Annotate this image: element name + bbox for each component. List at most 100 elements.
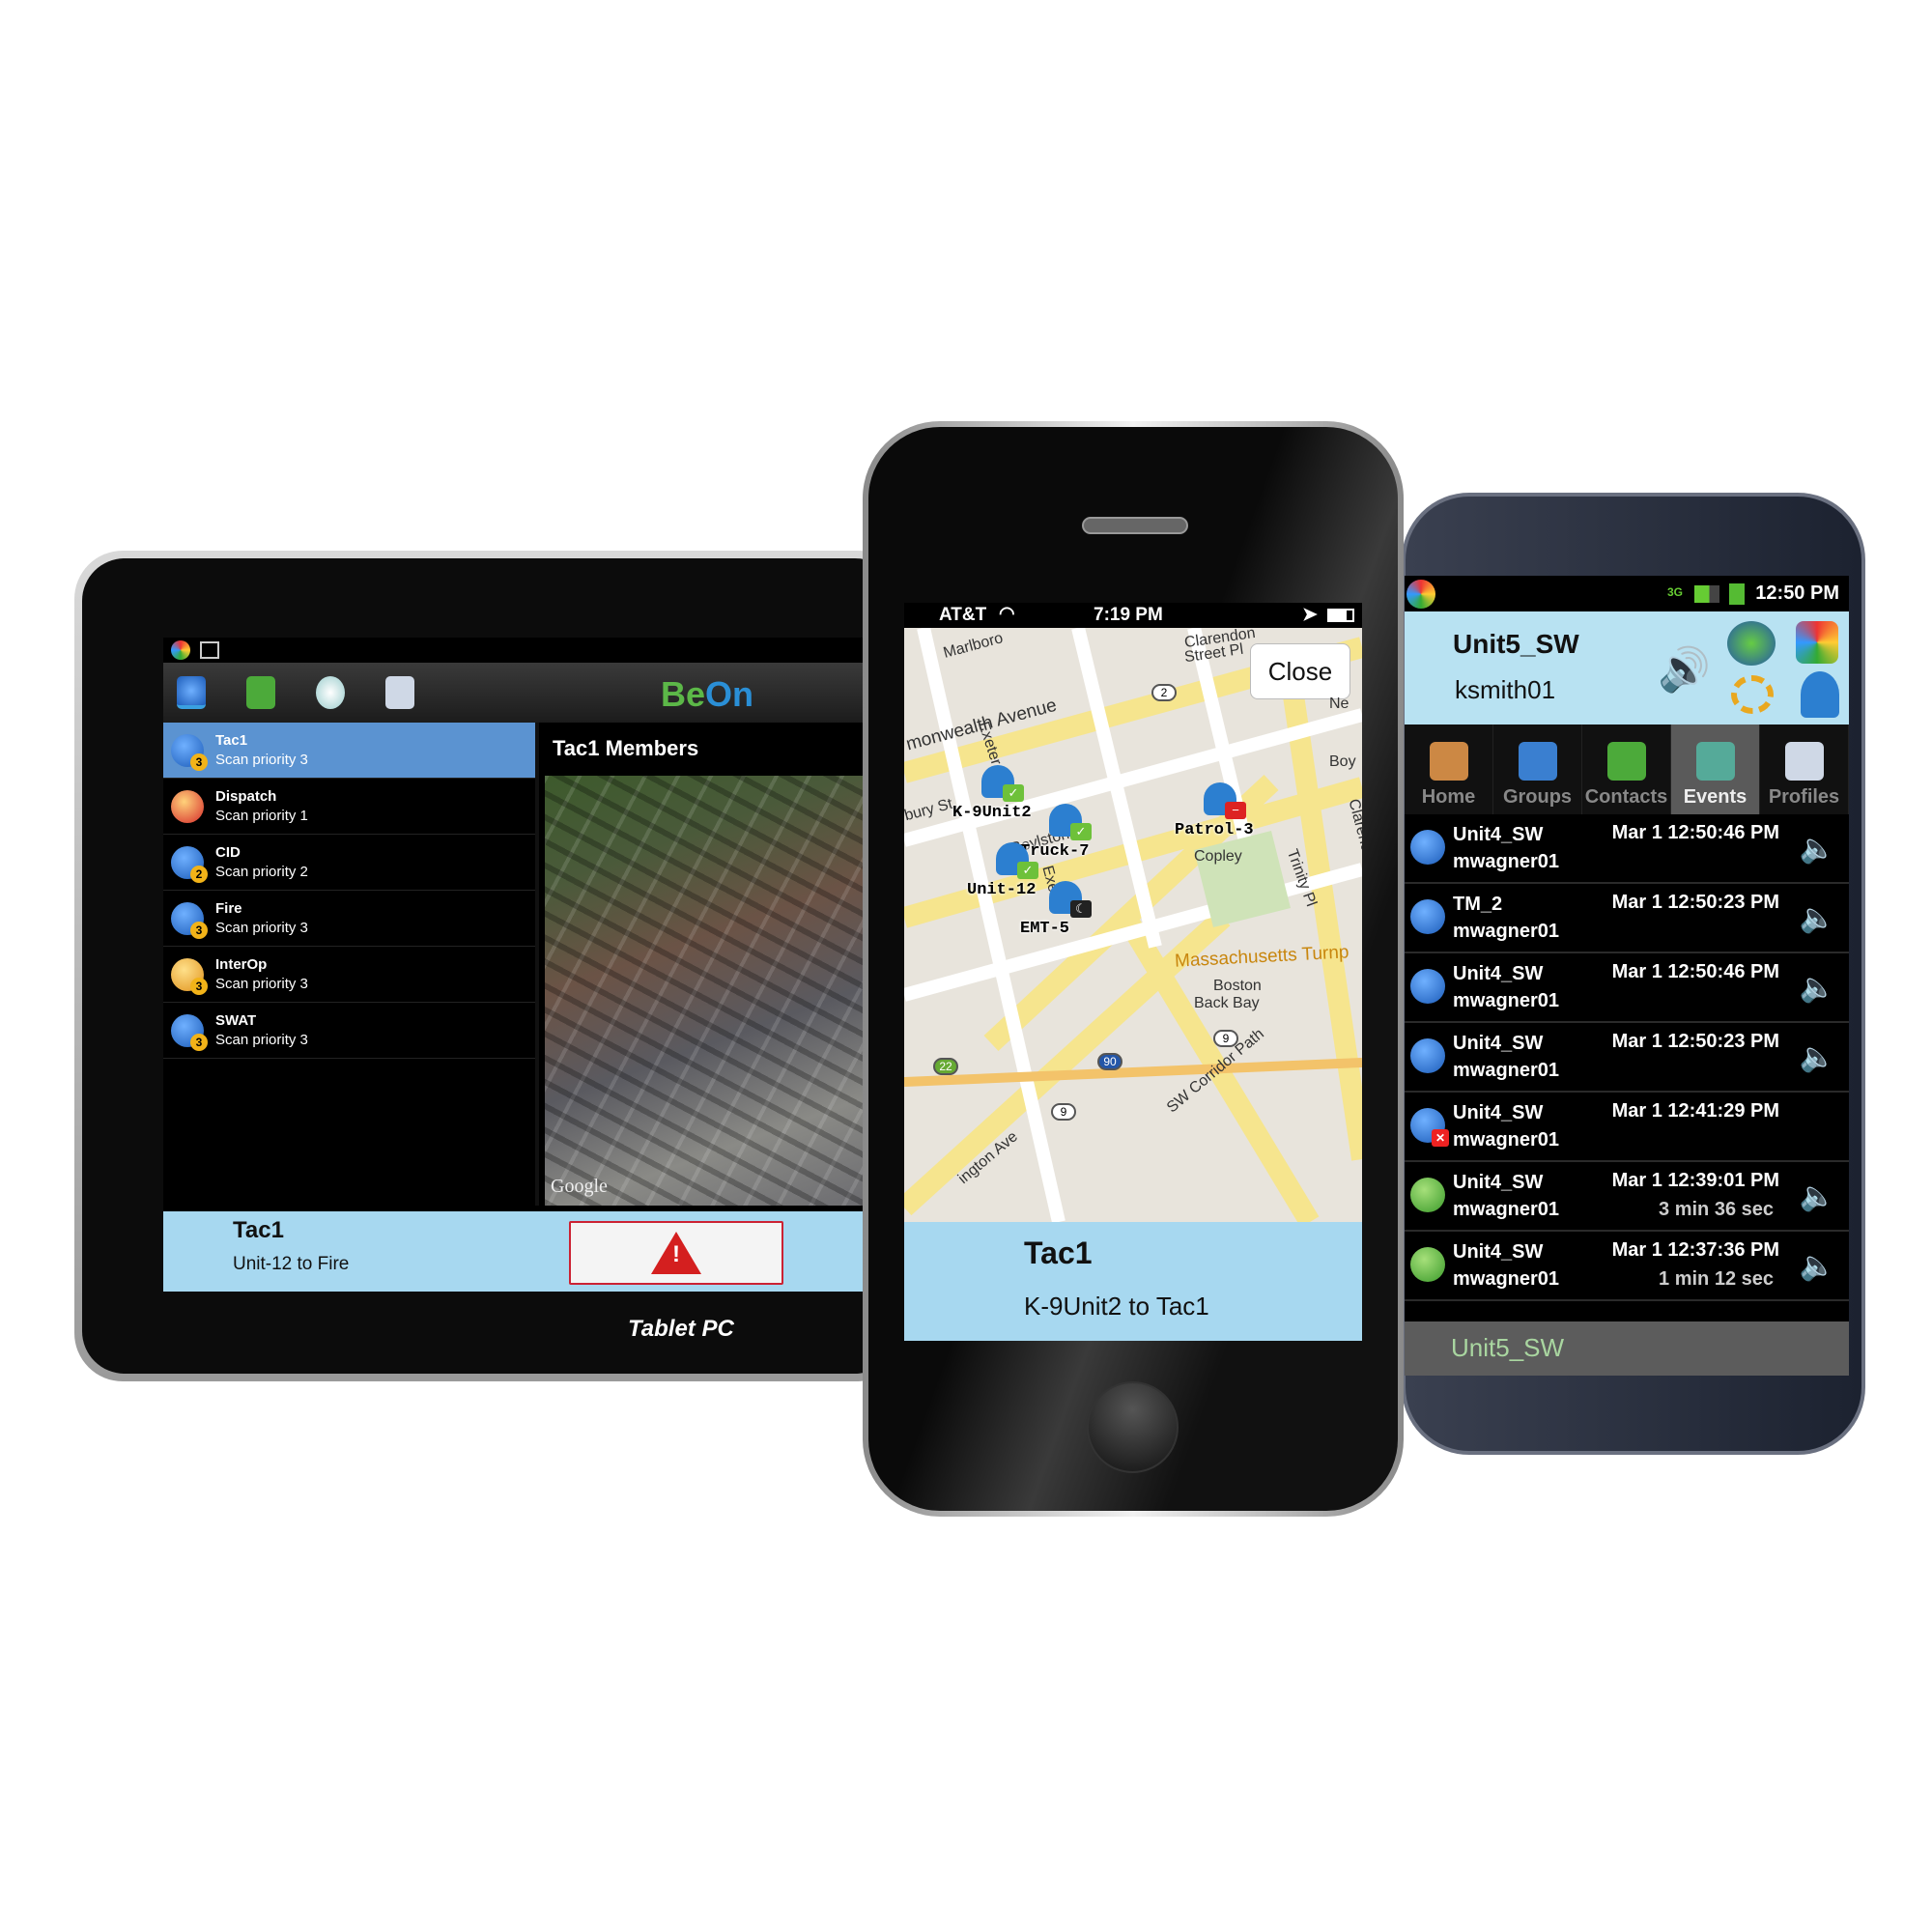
event-group: Unit4_SW bbox=[1453, 963, 1544, 984]
check-status-icon: ✓ bbox=[1017, 862, 1038, 879]
street-map[interactable]: Close Marlboro Clarendon Street Pl monwealt… bbox=[904, 628, 1362, 1222]
profiles-icon[interactable] bbox=[385, 676, 414, 709]
close-map-button[interactable]: Close bbox=[1250, 643, 1350, 699]
emergency-alert-button[interactable]: ! bbox=[569, 1221, 783, 1285]
app-logo-icon bbox=[1406, 580, 1435, 609]
home-button[interactable] bbox=[1087, 1381, 1179, 1473]
group-name: CID bbox=[215, 844, 241, 861]
group-icon: 3 bbox=[171, 901, 208, 939]
tablet-status-bar bbox=[163, 638, 868, 663]
group-item[interactable]: 3 SWAT Scan priority 3 bbox=[163, 1003, 535, 1059]
tab-label: Events bbox=[1683, 786, 1747, 808]
event-row[interactable]: TM_2 mwagner01 Mar 1 12:50:23 PM 🔈 bbox=[1405, 884, 1849, 953]
speaker-icon[interactable]: 🔊 bbox=[1658, 644, 1711, 695]
active-group: Tac1 bbox=[233, 1217, 284, 1243]
unit-marker[interactable]: ✓ bbox=[981, 765, 1024, 802]
contacts-icon[interactable] bbox=[246, 676, 275, 709]
unit-marker-label: EMT-5 bbox=[1020, 920, 1070, 938]
network-type: 3G bbox=[1667, 585, 1684, 599]
tab-label: Contacts bbox=[1584, 786, 1668, 808]
battery-icon bbox=[1729, 583, 1745, 605]
group-item[interactable]: 3 InterOp Scan priority 3 bbox=[163, 947, 535, 1003]
bottom-group-name: Unit5_SW bbox=[1451, 1333, 1565, 1362]
event-row[interactable]: Unit4_SW mwagner01 Mar 1 12:50:46 PM 🔈 bbox=[1405, 814, 1849, 884]
group-icon: 3 bbox=[171, 733, 208, 771]
user-available-icon[interactable] bbox=[1801, 671, 1839, 718]
location-icon: ➤ bbox=[1302, 605, 1318, 625]
tab-home[interactable]: Home bbox=[1405, 724, 1493, 814]
tab-events[interactable]: Events bbox=[1671, 724, 1760, 814]
active-talker: Unit-12 to Fire bbox=[233, 1254, 350, 1274]
play-audio-icon[interactable]: 🔈 bbox=[1800, 971, 1835, 1005]
event-user: mwagner01 bbox=[1453, 1129, 1560, 1151]
home-icon bbox=[1429, 742, 1468, 781]
play-audio-icon[interactable]: 🔈 bbox=[1800, 1179, 1835, 1213]
event-row[interactable]: ✕ Unit4_SW mwagner01 Mar 1 12:41:29 PM bbox=[1405, 1093, 1849, 1162]
profiles-icon bbox=[1784, 742, 1824, 781]
group-list: 3 Tac1 Scan priority 3 Dispatch Scan priorit… bbox=[163, 723, 535, 1059]
warning-icon: ! bbox=[651, 1232, 701, 1274]
event-row[interactable]: Unit4_SW mwagner01 Mar 1 12:50:23 PM 🔈 bbox=[1405, 1023, 1849, 1093]
event-time: Mar 1 12:39:01 PM bbox=[1611, 1170, 1779, 1191]
beon-logo: BeOn bbox=[661, 674, 754, 714]
event-row[interactable]: Unit4_SW mwagner01 Mar 1 12:37:36 PM 1 m… bbox=[1405, 1232, 1849, 1301]
event-row[interactable]: Unit4_SW mwagner01 Mar 1 12:50:46 PM 🔈 bbox=[1405, 953, 1849, 1023]
group-icon bbox=[1410, 969, 1445, 1004]
group-name: SWAT bbox=[215, 1012, 257, 1029]
event-time: Mar 1 12:50:46 PM bbox=[1611, 961, 1779, 982]
unit-marker[interactable]: ✓ bbox=[1049, 804, 1092, 840]
members-panel: Tac1 Members Google bbox=[535, 723, 868, 1206]
play-audio-icon[interactable]: 🔈 bbox=[1800, 1040, 1835, 1074]
tab-label: Groups bbox=[1502, 786, 1573, 808]
aerial-map[interactable]: Google bbox=[545, 776, 868, 1206]
group-item[interactable]: 2 CID Scan priority 2 bbox=[163, 835, 535, 891]
street-label: Back Bay bbox=[1194, 995, 1260, 1011]
unit-marker-label: Truck-7 bbox=[1020, 842, 1090, 861]
iphone-status-bar: AT&T ◠ 7:19 PM ➤ bbox=[904, 603, 1362, 628]
play-audio-icon[interactable]: 🔈 bbox=[1800, 901, 1835, 935]
group-priority: Scan priority 3 bbox=[215, 920, 308, 936]
groups-icon[interactable] bbox=[177, 676, 206, 709]
event-user: mwagner01 bbox=[1453, 1060, 1560, 1081]
play-audio-icon[interactable]: 🔈 bbox=[1800, 1249, 1835, 1283]
group-icon bbox=[1410, 1038, 1445, 1073]
refresh-icon[interactable] bbox=[1731, 675, 1774, 714]
group-priority: Scan priority 1 bbox=[215, 808, 308, 824]
unit-marker[interactable]: ✓ bbox=[996, 842, 1038, 879]
group-item[interactable]: Dispatch Scan priority 1 bbox=[163, 779, 535, 835]
group-name: Fire bbox=[215, 900, 242, 917]
unit-marker[interactable]: − bbox=[1204, 782, 1246, 819]
tablet-screen: BeOn 3 Tac1 Scan priority 3 Dispatch Scan pr… bbox=[163, 638, 868, 1292]
priority-badge: 3 bbox=[190, 921, 208, 939]
group-priority: Scan priority 2 bbox=[215, 864, 308, 880]
group-item[interactable]: 3 Tac1 Scan priority 3 bbox=[163, 723, 535, 779]
battery-icon bbox=[1327, 609, 1354, 622]
street-label: Boston bbox=[1213, 978, 1262, 994]
wifi-icon: ◠ bbox=[999, 604, 1015, 624]
event-row[interactable]: Unit4_SW mwagner01 Mar 1 12:39:01 PM 3 m… bbox=[1405, 1162, 1849, 1232]
tab-contacts[interactable]: Contacts bbox=[1582, 724, 1671, 814]
route-shield: 9 bbox=[1051, 1103, 1076, 1121]
group-icon bbox=[1410, 1247, 1445, 1282]
play-audio-icon[interactable]: 🔈 bbox=[1800, 832, 1835, 866]
active-call-bar: Tac1 Unit-12 to Fire ! bbox=[163, 1211, 868, 1292]
group-item[interactable]: 3 Fire Scan priority 3 bbox=[163, 891, 535, 947]
history-icon[interactable] bbox=[316, 676, 345, 709]
clock: 7:19 PM bbox=[1094, 605, 1163, 625]
event-time: Mar 1 12:50:23 PM bbox=[1611, 1031, 1779, 1052]
event-time: Mar 1 12:37:36 PM bbox=[1611, 1239, 1779, 1261]
route-shield: 9 bbox=[1213, 1030, 1238, 1047]
tab-groups[interactable]: Groups bbox=[1493, 724, 1582, 814]
priority-badge: 3 bbox=[190, 977, 208, 995]
group-icon bbox=[1410, 899, 1445, 934]
groups-icon bbox=[1518, 742, 1557, 781]
current-group: Unit5_SW bbox=[1453, 629, 1579, 659]
moon-status-icon: ☾ bbox=[1070, 900, 1092, 918]
globe-icon[interactable] bbox=[1727, 621, 1776, 666]
android-bottom-bar[interactable]: Unit5_SW bbox=[1405, 1321, 1849, 1376]
group-name: InterOp bbox=[215, 956, 268, 973]
active-talker: K-9Unit2 to Tac1 bbox=[1024, 1292, 1209, 1321]
unit-marker[interactable]: ☾ bbox=[1049, 881, 1092, 918]
device-label: Tablet PC bbox=[628, 1316, 734, 1342]
tab-profiles[interactable]: Profiles bbox=[1760, 724, 1849, 814]
